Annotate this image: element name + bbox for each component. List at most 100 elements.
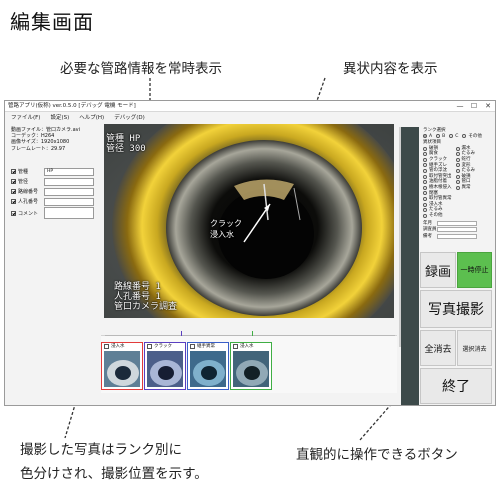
menu-help[interactable]: ヘルプ(H)	[79, 113, 104, 123]
field-label: 管種	[18, 169, 29, 175]
damage-list: 破損 腐食 クラック 継手ズレ 管の浮沈 取付管突出 油脂付着 樹木根侵入 閉塞 取付管異常 浸入水…	[423, 146, 489, 219]
comment-input[interactable]	[44, 207, 94, 219]
file-info: 動画ファイル：管口カメラ.avi コーデック：H264 画像サイズ：1920x1…	[11, 127, 80, 152]
rank-radio[interactable]	[423, 134, 427, 139]
damage-radio[interactable]	[455, 157, 460, 162]
thumbnail-label: クラック	[154, 344, 172, 349]
rank-radio[interactable]	[449, 134, 454, 139]
user-input[interactable]	[437, 227, 477, 233]
damage-label: 異常	[461, 184, 471, 190]
timeline-marker	[252, 331, 253, 336]
photo-thumbnail[interactable]: 継手異常	[187, 342, 229, 390]
overlay-route-number: 路線番号 1	[114, 282, 161, 292]
comment-checkbox[interactable]	[11, 210, 16, 216]
damage-radio[interactable]	[455, 174, 460, 179]
overlay-anomaly-label: クラック 浸入水	[210, 218, 242, 240]
field-label: コメント	[18, 210, 39, 217]
thumbnail-label: 浸入水	[240, 344, 254, 349]
maximize-button[interactable]: ☐	[467, 101, 481, 112]
damage-radio[interactable]	[455, 185, 460, 190]
damage-label: その他	[429, 212, 443, 218]
overlay-manhole-number: 人孔番号 1	[114, 292, 161, 302]
damage-item: その他	[423, 213, 452, 219]
pause-button[interactable]: 一時停止	[457, 252, 492, 288]
take-photo-button[interactable]: 写真撮影	[420, 290, 492, 328]
field-diameter: 管径	[11, 177, 94, 186]
minimize-button[interactable]: —	[453, 101, 467, 112]
thumbnail-checkbox[interactable]	[190, 344, 195, 349]
damage-radio[interactable]	[455, 152, 460, 157]
window-controls: — ☐ ✕	[453, 101, 495, 112]
manhole-number-input[interactable]	[44, 197, 94, 206]
close-button[interactable]: ✕	[481, 101, 495, 112]
pipe-type-select[interactable]: HP	[44, 167, 94, 176]
video-preview[interactable]: 管種 HP 管径 300 クラック 浸入水 路線番号 1 人孔番号 1 管口カメ…	[104, 124, 394, 318]
damage-radio[interactable]	[455, 163, 460, 168]
rank-radio-group: A B C その他	[423, 134, 489, 140]
photo-thumbnail[interactable]: 浸入水	[230, 342, 272, 390]
diameter-checkbox[interactable]	[11, 179, 16, 184]
menu-file[interactable]: ファイル(F)	[11, 113, 40, 123]
thumbnail-checkbox[interactable]	[104, 344, 109, 349]
thumbnail-image	[190, 351, 226, 387]
exit-button[interactable]: 終了	[420, 368, 492, 404]
note-row: 備考	[423, 234, 489, 240]
rank-label: A	[429, 133, 433, 139]
rank-radio[interactable]	[462, 134, 467, 139]
overlay-route-info: 路線番号 1 人孔番号 1 管口カメラ調査	[114, 282, 177, 312]
damage-radio[interactable]	[423, 163, 427, 168]
field-label: 管径	[18, 179, 29, 185]
timeline-track[interactable]	[105, 335, 395, 336]
damage-radio[interactable]	[423, 208, 427, 213]
damage-radio[interactable]	[455, 168, 460, 173]
timeline-marker	[181, 331, 182, 336]
note-input[interactable]	[437, 233, 477, 239]
thumbnail-image	[104, 351, 140, 387]
diameter-input[interactable]	[44, 177, 94, 186]
overlay-pipe-type: 管種 HP	[106, 134, 141, 144]
damage-column-right: 漏水 たるみ 蛇行 変形 たるみ 破損 管口 異常	[455, 146, 476, 219]
damage-radio[interactable]	[423, 202, 427, 207]
route-number-input[interactable]	[44, 187, 94, 196]
manhole-number-checkbox[interactable]	[11, 199, 16, 204]
damage-radio[interactable]	[423, 213, 427, 218]
damage-radio[interactable]	[423, 185, 427, 190]
anomaly-crack: クラック	[210, 219, 242, 228]
thumbnail-checkbox[interactable]	[233, 344, 238, 349]
rank-radio[interactable]	[436, 134, 441, 139]
control-separator-bar	[401, 127, 419, 405]
record-button[interactable]: 録画	[420, 252, 456, 288]
file-info-line: フレームレート：29.97	[11, 145, 66, 152]
pipe-type-checkbox[interactable]	[11, 169, 16, 174]
overlay-survey-type: 管口カメラ調査	[114, 302, 178, 312]
thumbnail-image	[147, 351, 183, 387]
date-input[interactable]	[437, 220, 477, 226]
photo-thumbnail[interactable]: クラック	[144, 342, 186, 390]
rank-label: その他	[468, 133, 482, 139]
damage-item: 異常	[455, 184, 476, 191]
photo-thumbnail[interactable]: 浸入水	[101, 342, 143, 390]
thumbnail-checkbox[interactable]	[147, 344, 152, 349]
window-titlebar: 管路アプリ(仮称) ver.0.5.0 [デバッグ 電機 モード]	[5, 101, 495, 112]
anomaly-infiltration: 浸入水	[210, 230, 234, 239]
damage-radio[interactable]	[423, 180, 427, 185]
field-comment: コメント	[11, 207, 94, 219]
clear-all-button[interactable]: 全消去	[420, 330, 456, 366]
window-title: 管路アプリ(仮称) ver.0.5.0 [デバッグ 電機 モード]	[8, 103, 136, 109]
damage-radio[interactable]	[455, 180, 460, 185]
video-scrollbar[interactable]	[399, 127, 401, 347]
menu-debug[interactable]: デバッグ(D)	[114, 113, 145, 123]
damage-radio[interactable]	[423, 196, 427, 201]
thumbnail-image	[233, 351, 269, 387]
damage-radio[interactable]	[423, 168, 427, 173]
damage-radio[interactable]	[423, 146, 427, 151]
damage-radio[interactable]	[423, 152, 427, 157]
route-number-checkbox[interactable]	[11, 189, 16, 194]
damage-radio[interactable]	[423, 174, 427, 179]
menu-settings[interactable]: 設定(S)	[50, 113, 69, 123]
damage-radio[interactable]	[423, 157, 427, 162]
damage-radio[interactable]	[423, 191, 427, 196]
clear-selected-button[interactable]: 選択消去	[457, 330, 492, 366]
overlay-pipe-info: 管種 HP 管径 300	[106, 134, 146, 154]
damage-radio[interactable]	[455, 146, 460, 151]
